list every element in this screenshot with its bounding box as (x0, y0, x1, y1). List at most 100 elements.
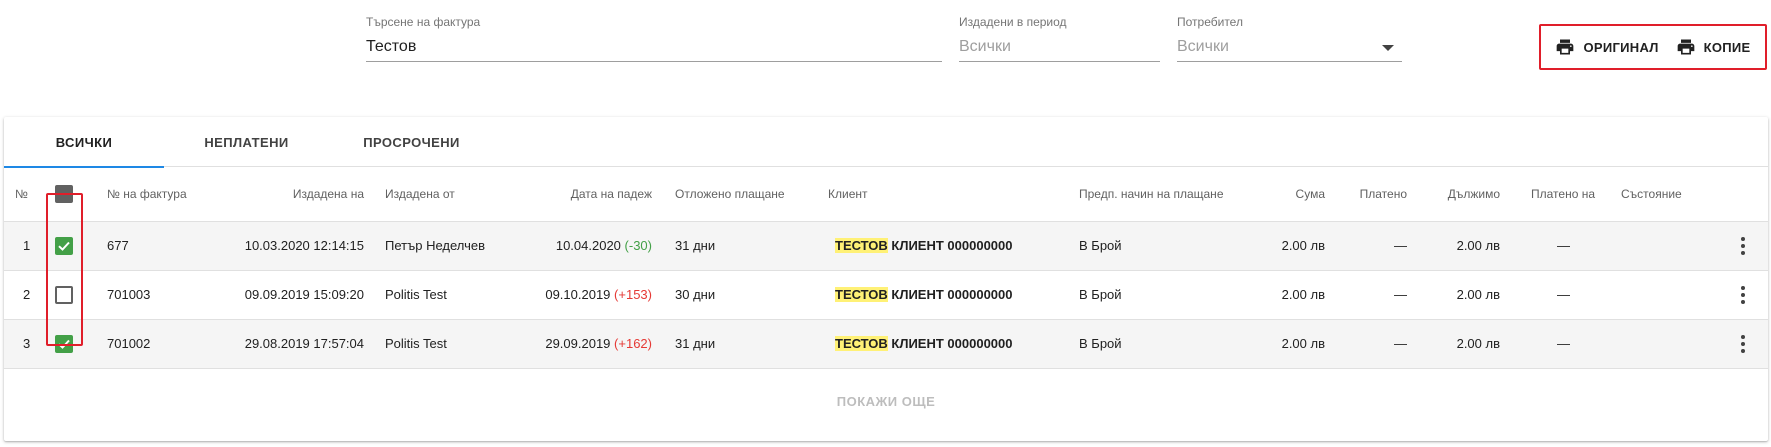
due-date-delta: (+162) (614, 336, 652, 351)
issued-period-underline (959, 61, 1160, 62)
tab-all-label: ВСИЧКИ (55, 134, 113, 150)
col-header-amount[interactable]: Сума (1254, 167, 1325, 222)
deferred-payment: 31 дни (675, 238, 716, 253)
col-header-paid-on[interactable]: Платено на (1531, 167, 1595, 222)
invoice-search-field[interactable]: Търсене на фактура Тестов (366, 0, 942, 70)
more-vert-icon[interactable] (1731, 283, 1755, 307)
amount: 2.00 лв (1281, 238, 1325, 253)
print-copy-label: КОПИЕ (1703, 39, 1751, 55)
due-date-value: 29.09.2019 (545, 336, 611, 351)
user-select-field[interactable]: Потребител Всички (1177, 0, 1402, 70)
client-search-match: ТЕСТОВ (835, 287, 888, 302)
client-name[interactable]: ТЕСТОВ КЛИЕНТ 000000000 (835, 222, 1013, 270)
paid: — (1394, 287, 1407, 302)
col-header-issued-by[interactable]: Издадена от (385, 167, 455, 222)
more-vert-icon[interactable] (1731, 332, 1755, 356)
issued-on: 09.09.2019 15:09:20 (244, 287, 364, 302)
col-header-owed[interactable]: Дължимо (1424, 167, 1500, 222)
print-original-label: ОРИГИНАЛ (1583, 39, 1659, 55)
client-search-match: ТЕСТОВ (835, 238, 888, 253)
due-date-delta: (-30) (624, 238, 652, 253)
issued-by: Politis Test (385, 287, 447, 302)
col-header-client[interactable]: Клиент (828, 167, 868, 222)
paid-on: — (1557, 238, 1570, 253)
col-header-due-date[interactable]: Дата на падеж (504, 167, 652, 222)
amount: 2.00 лв (1281, 287, 1325, 302)
due-date: 09.10.2019 (+153) (484, 271, 652, 319)
invoices-card: ВСИЧКИ НЕПЛАТЕНИ ПРОСРОЧЕНИ № № на факту… (4, 117, 1768, 441)
client-name-rest: КЛИЕНТ 000000000 (887, 336, 1013, 351)
col-header-payment-method[interactable]: Предп. начин на плащане (1079, 167, 1224, 222)
col-header-paid[interactable]: Платено (1334, 167, 1407, 222)
table-header: № № на фактура Издадена на Издадена от Д… (4, 167, 1768, 222)
invoice-tabs: ВСИЧКИ НЕПЛАТЕНИ ПРОСРОЧЕНИ (4, 117, 1768, 168)
invoice-number[interactable]: 677 (107, 222, 129, 270)
tab-overdue-label: ПРОСРОЧЕНИ (363, 134, 460, 150)
printer-icon (1677, 39, 1694, 55)
issued-period-label: Издадени в период (959, 15, 1067, 29)
paid-on: — (1557, 336, 1570, 351)
client-name-rest: КЛИЕНТ 000000000 (887, 287, 1013, 302)
due-date-value: 10.04.2020 (555, 238, 621, 253)
check-icon (58, 241, 70, 251)
more-vert-icon[interactable] (1731, 234, 1755, 258)
filter-bar: Търсене на фактура Тестов Издадени в пер… (0, 0, 1771, 110)
owed: 2.00 лв (1456, 287, 1500, 302)
row-checkbox[interactable] (55, 286, 73, 304)
due-date-delta: (+153) (614, 287, 652, 302)
check-icon (58, 339, 70, 349)
tab-all[interactable]: ВСИЧКИ (4, 117, 164, 168)
deferred-payment: 30 дни (675, 287, 716, 302)
due-date: 10.04.2020 (-30) (484, 222, 652, 270)
user-select-label: Потребител (1177, 15, 1243, 29)
amount: 2.00 лв (1281, 336, 1325, 351)
deferred-payment: 31 дни (675, 336, 716, 351)
issued-on: 29.08.2019 17:57:04 (244, 336, 364, 351)
minus-icon (60, 193, 68, 195)
show-more-button[interactable]: ПОКАЖИ ОЩЕ (4, 371, 1768, 431)
issued-by: Петър Неделчев (385, 238, 485, 253)
invoice-number[interactable]: 701003 (107, 271, 150, 319)
issued-period-input[interactable]: Всички (959, 38, 1011, 56)
row-checkbox[interactable] (55, 237, 73, 255)
col-header-no: № (15, 187, 28, 201)
invoice-search-label: Търсене на фактура (366, 15, 481, 29)
issued-on: 10.03.2020 12:14:15 (244, 238, 364, 253)
issued-by: Politis Test (385, 336, 447, 351)
invoice-search-input[interactable]: Тестов (366, 38, 416, 56)
row-number: 3 (23, 336, 31, 351)
tab-unpaid-label: НЕПЛАТЕНИ (204, 134, 289, 150)
col-header-issued-on[interactable]: Издадена на (204, 167, 364, 222)
table-row[interactable]: 3 701002 29.08.2019 17:57:04 Politis Tes… (4, 320, 1768, 369)
owed: 2.00 лв (1456, 238, 1500, 253)
due-date-value: 09.10.2019 (545, 287, 611, 302)
row-number: 1 (23, 238, 31, 253)
table-row[interactable]: 2 701003 09.09.2019 15:09:20 Politis Tes… (4, 271, 1768, 320)
paid: — (1394, 238, 1407, 253)
due-date: 29.09.2019 (+162) (484, 320, 652, 368)
printer-icon (1557, 39, 1574, 55)
table-row[interactable]: 1 677 10.03.2020 12:14:15 Петър Неделчев… (4, 222, 1768, 271)
col-header-status[interactable]: Състояние (1621, 167, 1682, 222)
payment-method: В Брой (1079, 238, 1122, 253)
chevron-down-icon[interactable] (1382, 45, 1394, 51)
user-select-underline (1177, 61, 1402, 62)
col-header-deferred[interactable]: Отложено плащане (675, 167, 785, 222)
col-header-invoice-no[interactable]: № на фактура (107, 167, 187, 222)
client-name[interactable]: ТЕСТОВ КЛИЕНТ 000000000 (835, 271, 1013, 319)
select-all-checkbox[interactable] (55, 185, 73, 203)
payment-method: В Брой (1079, 287, 1122, 302)
print-original-button[interactable]: ОРИГИНАЛ (1555, 37, 1658, 57)
issued-period-field[interactable]: Издадени в период Всички (959, 0, 1160, 70)
tab-overdue[interactable]: ПРОСРОЧЕНИ (329, 117, 494, 167)
payment-method: В Брой (1079, 336, 1122, 351)
row-number: 2 (23, 287, 31, 302)
invoice-search-underline (366, 61, 942, 62)
row-checkbox[interactable] (55, 335, 73, 353)
tab-unpaid[interactable]: НЕПЛАТЕНИ (164, 117, 329, 167)
print-copy-button[interactable]: КОПИЕ (1676, 37, 1751, 57)
invoice-number[interactable]: 701002 (107, 320, 150, 368)
client-name[interactable]: ТЕСТОВ КЛИЕНТ 000000000 (835, 320, 1013, 368)
client-name-rest: КЛИЕНТ 000000000 (887, 238, 1013, 253)
user-select-value[interactable]: Всички (1177, 38, 1229, 56)
